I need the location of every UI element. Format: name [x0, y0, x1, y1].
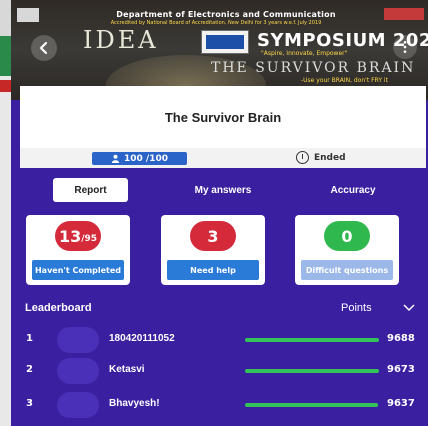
points: 9688: [387, 333, 415, 344]
rank: 2: [26, 364, 33, 375]
leaderboard-title: Leaderboard: [25, 302, 92, 314]
points-progress-fill: [245, 338, 379, 342]
quiz-title: The Survivor Brain: [164, 109, 282, 125]
stat-value: 3: [207, 226, 219, 246]
quiz-report-screen: Department of Electronics and Communicat…: [11, 0, 428, 426]
tab-my-answers[interactable]: My answers: [171, 178, 275, 202]
points-progress-bar: [245, 403, 379, 407]
survivor-brain-text: THE SURVIVOR BRAIN: [211, 60, 416, 76]
symposium-banner-image: Department of Electronics and Communicat…: [11, 0, 428, 100]
use-brain-text: -Use your BRAIN, don't FRY it: [301, 77, 388, 84]
sponsor-logo: [384, 8, 424, 20]
stat-card-need-help[interactable]: 3 Need help: [161, 215, 265, 285]
screen: Department of Electronics and Communicat…: [0, 0, 428, 426]
stat-value: 13: [58, 226, 82, 246]
status-text: Ended: [314, 152, 346, 163]
tab-report[interactable]: Report: [53, 178, 128, 202]
department-text: Department of Electronics and Communicat…: [116, 10, 336, 19]
rank: 1: [26, 333, 33, 344]
sort-points-dropdown[interactable]: Points: [341, 302, 372, 314]
points-progress-bar: [245, 338, 379, 342]
symposium-logo: [201, 30, 249, 54]
stat-label: Difficult questions: [301, 260, 393, 280]
left-edge-panel: [0, 0, 11, 426]
leaderboard-row[interactable]: 2 Ketasvi 9673: [11, 358, 428, 384]
points-progress-fill: [245, 369, 379, 373]
stat-label: Haven't Completed: [32, 260, 124, 280]
player-name: Ketasvi: [109, 364, 145, 375]
tab-accuracy[interactable]: Accuracy: [311, 178, 395, 202]
player-name: 180420111052: [109, 333, 175, 344]
back-button[interactable]: [31, 35, 57, 61]
leaderboard-row[interactable]: 3 Bhavyesh! 9637: [11, 392, 428, 418]
stat-card-havent-completed[interactable]: 13/95 Haven't Completed: [26, 215, 130, 285]
quiz-status: Ended: [296, 151, 346, 164]
rank: 3: [26, 398, 33, 409]
clock-icon: [296, 151, 309, 164]
stats-cards: 13/95 Haven't Completed 3 Need help 0 Di…: [11, 215, 428, 285]
quiz-title-card: The Survivor Brain: [20, 86, 426, 148]
user-icon: [111, 154, 120, 163]
more-options-button[interactable]: [393, 35, 417, 59]
stat-card-difficult-questions[interactable]: 0 Difficult questions: [295, 215, 399, 285]
player-name: Bhavyesh!: [109, 398, 160, 409]
avatar: [57, 327, 99, 353]
points: 9637: [387, 398, 415, 409]
tagline-text: "Aspire, Innovate, Empower": [261, 50, 348, 57]
college-logo: [17, 8, 39, 22]
more-vertical-icon: [403, 41, 407, 53]
players-count: 100 /100: [124, 153, 168, 164]
chevron-left-icon: [39, 41, 48, 55]
points-progress-bar: [245, 369, 379, 373]
leaderboard-header: Leaderboard Points: [11, 300, 428, 318]
stat-value-circle: 0: [324, 221, 370, 251]
points: 9673: [387, 364, 415, 375]
stat-suffix: /95: [81, 233, 98, 244]
points-progress-fill: [245, 403, 379, 407]
quiz-status-bar: 100 /100 Ended: [20, 148, 426, 168]
avatar: [57, 392, 99, 418]
chevron-down-icon[interactable]: [403, 304, 415, 312]
stat-label: Need help: [167, 260, 259, 280]
stat-value: 0: [341, 226, 353, 246]
leaderboard-row[interactable]: 1 180420111052 9688: [11, 327, 428, 353]
idea-text: IDEA: [83, 26, 159, 54]
avatar: [57, 358, 99, 384]
stat-value-circle: 13/95: [55, 221, 101, 251]
players-count-badge: 100 /100: [92, 152, 187, 165]
stat-value-circle: 3: [190, 221, 236, 251]
report-tabs: Report My answers Accuracy: [11, 178, 428, 202]
